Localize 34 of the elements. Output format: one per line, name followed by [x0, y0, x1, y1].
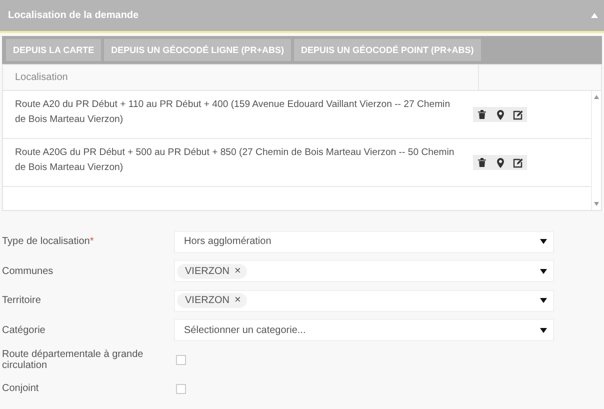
- table-cell-text: Route A20G du PR Début + 500 au PR Début + 850 (27 Chemin de Bois Marteau Vierzon -- 50 Chemin de Bois Marteau Vierzon): [14, 146, 456, 175]
- map-pin-icon: [496, 110, 504, 120]
- edit-icon: [513, 158, 523, 168]
- caret-icon: [540, 328, 547, 333]
- select-field[interactable]: Sélectionner un categorie...: [174, 319, 554, 342]
- field-label: Catégorie: [2, 324, 46, 336]
- table-cell-text: Route A20 du PR Début + 110 au PR Début + 400 (159 Avenue Edouard Vaillant Vierzon -- 27 Chemin de Bois Marteau Vierzon): [14, 98, 452, 127]
- scrollbar[interactable]: [591, 91, 601, 210]
- checkbox[interactable]: [176, 384, 186, 394]
- field-label: Type de localisation*: [2, 236, 95, 248]
- tag-label: VIERZON: [185, 266, 230, 277]
- checkbox[interactable]: [176, 354, 186, 364]
- tag-label: VIERZON: [185, 295, 230, 306]
- caret-icon: [591, 13, 598, 18]
- remove-tag-button[interactable]: ×: [234, 295, 241, 306]
- panel-title: Localisation de la demande: [8, 10, 139, 21]
- field-label: Communes: [2, 266, 54, 277]
- scroll-up-icon[interactable]: [594, 95, 599, 99]
- edit-icon: [513, 110, 523, 120]
- caret-icon: [540, 239, 547, 244]
- trash-icon: [478, 110, 486, 119]
- field-label: Conjoint: [2, 383, 40, 394]
- multi-select-field[interactable]: VIERZON ×: [174, 290, 554, 312]
- caret-icon: [540, 268, 547, 274]
- caret-icon: [540, 298, 547, 304]
- field-label: Route départementale à grande circulation: [2, 348, 144, 370]
- field-label: Territoire: [2, 295, 42, 306]
- select-field[interactable]: Hors agglomération: [174, 230, 554, 253]
- multi-select-field[interactable]: VIERZON ×: [174, 260, 554, 282]
- trash-icon: [478, 158, 486, 167]
- map-pin-icon: [496, 158, 504, 168]
- column-header: Localisation: [3, 65, 479, 90]
- scroll-down-icon[interactable]: [594, 202, 599, 206]
- remove-tag-button[interactable]: ×: [234, 266, 241, 277]
